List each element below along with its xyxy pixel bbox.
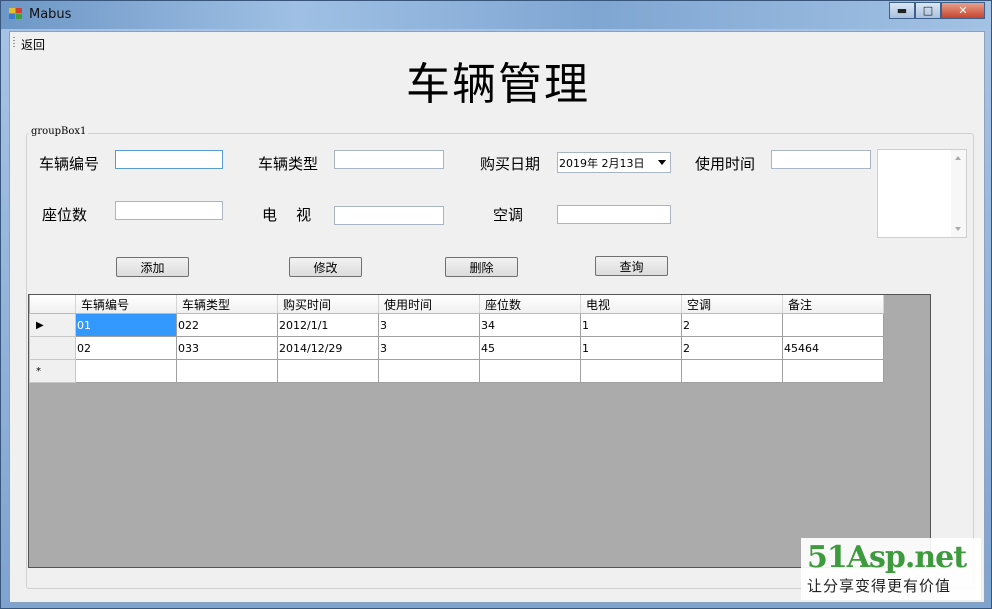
table-cell[interactable]: 3 xyxy=(378,336,480,360)
column-header[interactable]: 电视 xyxy=(580,295,682,314)
row-header[interactable] xyxy=(29,336,76,360)
column-header[interactable]: 备注 xyxy=(782,295,884,314)
groupbox-label: groupBox1 xyxy=(29,126,89,137)
table-cell[interactable] xyxy=(580,359,682,383)
table-cell[interactable]: 34 xyxy=(479,313,581,337)
textarea-scrollbar[interactable] xyxy=(951,150,966,237)
vehicle-type-input[interactable] xyxy=(334,150,444,169)
column-header[interactable]: 车辆编号 xyxy=(75,295,177,314)
table-cell[interactable] xyxy=(782,313,884,337)
table-cell[interactable] xyxy=(75,359,177,383)
tv-input[interactable] xyxy=(334,206,444,225)
seats-label: 座位数 xyxy=(42,206,88,224)
column-header[interactable]: 使用时间 xyxy=(378,295,480,314)
table-cell[interactable]: 02 xyxy=(75,336,177,360)
purchase-date-label: 购买日期 xyxy=(480,155,541,173)
table-cell[interactable] xyxy=(176,359,278,383)
window-controls: ▬ □ ✕ xyxy=(889,2,985,20)
maximize-button[interactable]: □ xyxy=(915,2,941,19)
column-header[interactable]: 车辆类型 xyxy=(176,295,278,314)
table-cell[interactable] xyxy=(681,359,783,383)
edit-button[interactable]: 修改 xyxy=(289,257,362,277)
delete-button[interactable]: 删除 xyxy=(445,257,518,277)
purchase-date-picker[interactable]: 2019年 2月13日 xyxy=(557,152,671,173)
column-header[interactable]: 空调 xyxy=(681,295,783,314)
add-button[interactable]: 添加 xyxy=(116,257,189,277)
table-cell[interactable]: 2012/1/1 xyxy=(277,313,379,337)
table-cell[interactable]: 01 xyxy=(75,313,177,337)
table-row[interactable]: ▶ 01 022 2012/1/1 3 34 1 2 xyxy=(29,313,884,337)
table-cell[interactable]: 2 xyxy=(681,313,783,337)
table-cell[interactable]: 1 xyxy=(580,313,682,337)
table-row[interactable]: 02 033 2014/12/29 3 45 1 2 45464 xyxy=(29,336,884,360)
ac-input[interactable] xyxy=(557,205,671,224)
scroll-down-icon[interactable] xyxy=(955,227,961,231)
table-cell[interactable] xyxy=(277,359,379,383)
remarks-textarea[interactable] xyxy=(877,149,967,238)
table-cell[interactable] xyxy=(378,359,480,383)
table-cell[interactable] xyxy=(782,359,884,383)
table-cell[interactable]: 1 xyxy=(580,336,682,360)
form-client-area: 返回 车辆管理 groupBox1 车辆编号 车辆类型 购买日期 2019年 2… xyxy=(9,31,985,603)
vehicle-no-label: 车辆编号 xyxy=(39,155,100,173)
app-icon xyxy=(9,8,23,20)
new-row[interactable]: * xyxy=(29,359,884,383)
column-header[interactable]: 座位数 xyxy=(479,295,581,314)
window-title: Mabus xyxy=(29,7,72,22)
close-button[interactable]: ✕ xyxy=(941,2,985,19)
table-cell[interactable]: 033 xyxy=(176,336,278,360)
watermark-logo-text: 51Asp.net xyxy=(807,540,967,575)
query-button[interactable]: 查询 xyxy=(595,256,668,276)
column-header[interactable]: 购买时间 xyxy=(277,295,379,314)
vehicle-no-input[interactable] xyxy=(115,150,223,169)
table-cell[interactable]: 3 xyxy=(378,313,480,337)
watermark-slogan: 让分享变得更有价值 xyxy=(807,577,952,595)
table-cell[interactable]: 45464 xyxy=(782,336,884,360)
scroll-up-icon[interactable] xyxy=(955,156,961,160)
tv-label: 电 视 xyxy=(262,206,312,224)
table-cell[interactable]: 45 xyxy=(479,336,581,360)
row-selector-icon[interactable]: ▶ xyxy=(29,313,76,337)
row-header-corner[interactable] xyxy=(29,295,76,314)
minimize-icon: ▬ xyxy=(896,4,908,17)
vehicle-type-label: 车辆类型 xyxy=(258,155,319,173)
use-time-input[interactable] xyxy=(771,150,871,169)
seats-input[interactable] xyxy=(115,201,223,220)
close-icon: ✕ xyxy=(958,4,968,17)
table-cell[interactable] xyxy=(479,359,581,383)
new-row-icon[interactable]: * xyxy=(29,359,76,383)
table-cell[interactable]: 2014/12/29 xyxy=(277,336,379,360)
watermark: 51Asp.net 让分享变得更有价值 xyxy=(801,538,981,600)
minimize-button[interactable]: ▬ xyxy=(889,2,915,19)
table-cell[interactable]: 2 xyxy=(681,336,783,360)
page-title: 车辆管理 xyxy=(406,59,590,110)
purchase-date-value: 2019年 2月13日 xyxy=(559,157,645,170)
chevron-down-icon[interactable] xyxy=(658,160,666,165)
use-time-label: 使用时间 xyxy=(695,155,756,173)
table-cell[interactable]: 022 xyxy=(176,313,278,337)
maximize-icon: □ xyxy=(922,4,934,17)
title-bar[interactable]: Mabus ▬ □ ✕ xyxy=(1,1,991,29)
vehicle-table: 车辆编号 车辆类型 购买时间 使用时间 座位数 电视 空调 备注 ▶ 01 02 xyxy=(29,295,884,383)
table-header-row: 车辆编号 车辆类型 购买时间 使用时间 座位数 电视 空调 备注 xyxy=(29,295,884,314)
data-grid[interactable]: 车辆编号 车辆类型 购买时间 使用时间 座位数 电视 空调 备注 ▶ 01 02 xyxy=(28,294,931,568)
app-window: Mabus ▬ □ ✕ 返回 车辆管理 groupBox1 车辆编号 车辆类型 … xyxy=(0,0,992,609)
ac-label: 空调 xyxy=(493,206,524,224)
